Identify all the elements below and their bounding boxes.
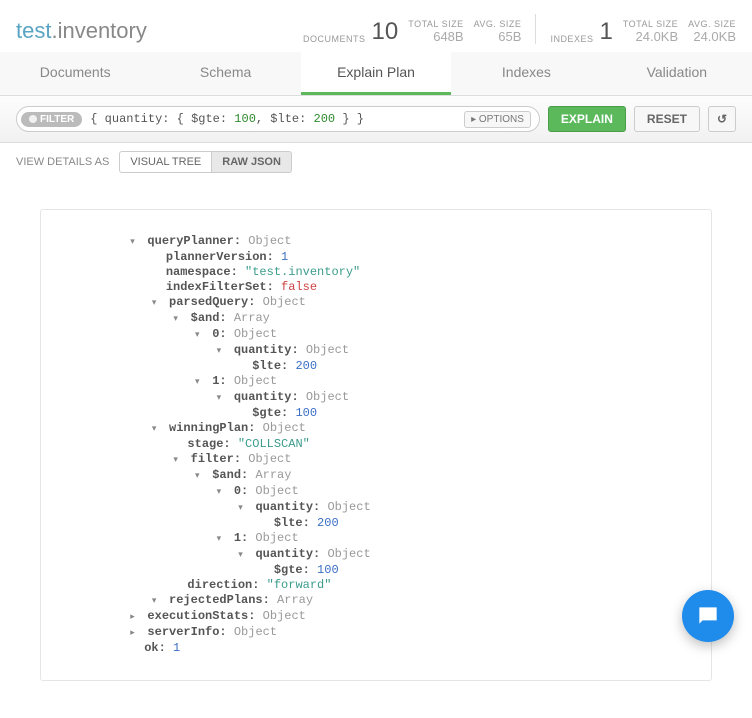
json-row: ▾ 0: Object xyxy=(101,327,691,343)
json-row: ▾ rejectedPlans: Array xyxy=(101,593,691,609)
filter-text[interactable]: { quantity: { $gte: 100, $lte: 200 } } xyxy=(82,112,464,126)
json-row: stage: "COLLSCAN" xyxy=(101,437,691,452)
explain-button[interactable]: EXPLAIN xyxy=(548,106,626,132)
toggle-icon[interactable]: ▸ xyxy=(130,626,140,641)
json-row: direction: "forward" xyxy=(101,578,691,593)
toggle-icon[interactable]: ▾ xyxy=(238,548,248,563)
toggle-icon[interactable]: ▾ xyxy=(152,296,162,311)
view-toggle: VISUAL TREE RAW JSON xyxy=(119,151,292,173)
json-row: ▾ quantity: Object xyxy=(101,390,691,406)
json-row: ▾ quantity: Object xyxy=(101,343,691,359)
view-details-label: VIEW DETAILS AS xyxy=(16,156,109,168)
indexes-count: 1 xyxy=(599,20,612,44)
totalsize-label: TOTAL SIZE xyxy=(408,19,463,29)
avgsize-label: AVG. SIZE xyxy=(474,19,522,29)
collection-tabs: Documents Schema Explain Plan Indexes Va… xyxy=(0,52,752,96)
json-row: $gte: 100 xyxy=(101,563,691,578)
tab-explain-plan[interactable]: Explain Plan xyxy=(301,52,451,95)
options-button[interactable]: ▸ OPTIONS xyxy=(464,111,531,128)
json-row: ▾ filter: Object xyxy=(101,452,691,468)
indexes-label: INDEXES xyxy=(550,34,593,44)
stats-separator xyxy=(535,14,536,44)
docs-label: DOCUMENTS xyxy=(303,34,366,44)
toggle-icon[interactable]: ▾ xyxy=(173,312,183,327)
json-row: ▾ $and: Array xyxy=(101,468,691,484)
history-icon: ↺ xyxy=(717,112,727,126)
json-row: $gte: 100 xyxy=(101,406,691,421)
idx-totalsize-label: TOTAL SIZE xyxy=(623,19,678,29)
json-row: ▾ winningPlan: Object xyxy=(101,421,691,437)
toggle-icon[interactable]: ▸ xyxy=(130,610,140,625)
toggle-icon[interactable]: ▾ xyxy=(130,235,140,250)
json-row: ok: 1 xyxy=(101,641,691,656)
json-row: ▸ executionStats: Object xyxy=(101,609,691,625)
json-row: indexFilterSet: false xyxy=(101,280,691,295)
toggle-icon[interactable]: ▾ xyxy=(195,328,205,343)
json-row: ▾ queryPlanner: Object xyxy=(101,234,691,250)
json-row: $lte: 200 xyxy=(101,359,691,374)
json-row: ▾ 1: Object xyxy=(101,374,691,390)
toggle-icon[interactable]: ▾ xyxy=(195,375,205,390)
json-row: ▾ $and: Array xyxy=(101,311,691,327)
reset-button[interactable]: RESET xyxy=(634,106,700,132)
json-row: ▾ 1: Object xyxy=(101,531,691,547)
visual-tree-button[interactable]: VISUAL TREE xyxy=(119,151,212,173)
tab-schema[interactable]: Schema xyxy=(150,52,300,95)
chat-icon xyxy=(695,603,721,629)
tab-validation[interactable]: Validation xyxy=(602,52,752,95)
totalsize-value: 648B xyxy=(408,29,463,44)
json-row: ▾ quantity: Object xyxy=(101,547,691,563)
toggle-icon[interactable]: ▾ xyxy=(195,469,205,484)
tab-indexes[interactable]: Indexes xyxy=(451,52,601,95)
json-row: plannerVersion: 1 xyxy=(101,250,691,265)
namespace-title: test.inventory xyxy=(16,18,147,44)
raw-json-button[interactable]: RAW JSON xyxy=(212,151,292,173)
docs-count: 10 xyxy=(372,20,399,44)
tab-documents[interactable]: Documents xyxy=(0,52,150,95)
toggle-icon[interactable]: ▾ xyxy=(217,344,227,359)
filter-badge: FILTER xyxy=(21,112,82,127)
json-row: ▾ 0: Object xyxy=(101,484,691,500)
json-row: ▸ serverInfo: Object xyxy=(101,625,691,641)
toggle-icon[interactable]: ▾ xyxy=(152,594,162,609)
toggle-icon[interactable]: ▾ xyxy=(238,501,248,516)
toggle-icon[interactable]: ▾ xyxy=(217,391,227,406)
idx-totalsize-value: 24.0KB xyxy=(623,29,678,44)
toggle-icon[interactable]: ▾ xyxy=(217,485,227,500)
filter-input[interactable]: FILTER { quantity: { $gte: 100, $lte: 20… xyxy=(16,106,540,132)
avgsize-value: 65B xyxy=(474,29,522,44)
chat-widget[interactable] xyxy=(682,590,734,642)
json-output: ▾ queryPlanner: Object plannerVersion: 1… xyxy=(40,209,712,681)
toggle-icon[interactable]: ▾ xyxy=(217,532,227,547)
history-button[interactable]: ↺ xyxy=(708,106,736,132)
json-row: ▾ quantity: Object xyxy=(101,500,691,516)
idx-avgsize-value: 24.0KB xyxy=(688,29,736,44)
json-row: ▾ parsedQuery: Object xyxy=(101,295,691,311)
toggle-icon[interactable]: ▾ xyxy=(152,422,162,437)
idx-avgsize-label: AVG. SIZE xyxy=(688,19,736,29)
json-row: $lte: 200 xyxy=(101,516,691,531)
json-row: namespace: "test.inventory" xyxy=(101,265,691,280)
toggle-icon[interactable]: ▾ xyxy=(173,453,183,468)
